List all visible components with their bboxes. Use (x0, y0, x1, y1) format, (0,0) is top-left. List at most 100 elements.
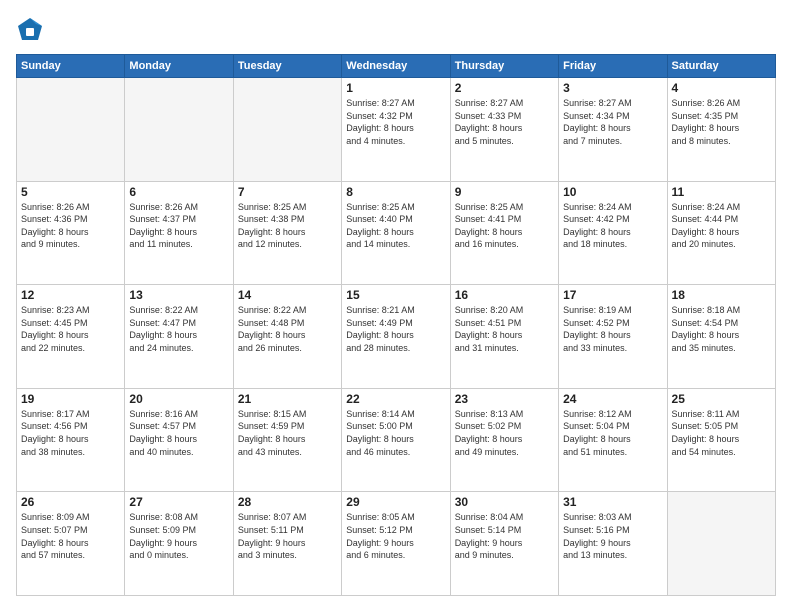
day-info: Sunrise: 8:11 AM Sunset: 5:05 PM Dayligh… (672, 408, 771, 458)
calendar-cell: 3 Sunrise: 8:27 AM Sunset: 4:34 PM Daylig… (559, 78, 667, 182)
day-number: 6 (129, 185, 228, 199)
day-info: Sunrise: 8:23 AM Sunset: 4:45 PM Dayligh… (21, 304, 120, 354)
calendar-cell: 14 Sunrise: 8:22 AM Sunset: 4:48 PM Dayli… (233, 285, 341, 389)
calendar-header-thursday: Thursday (450, 55, 558, 78)
calendar-cell (667, 492, 775, 596)
day-number: 3 (563, 81, 662, 95)
day-info: Sunrise: 8:27 AM Sunset: 4:34 PM Dayligh… (563, 97, 662, 147)
day-number: 29 (346, 495, 445, 509)
day-number: 11 (672, 185, 771, 199)
day-number: 1 (346, 81, 445, 95)
calendar-cell: 2 Sunrise: 8:27 AM Sunset: 4:33 PM Daylig… (450, 78, 558, 182)
day-info: Sunrise: 8:24 AM Sunset: 4:44 PM Dayligh… (672, 201, 771, 251)
day-number: 7 (238, 185, 337, 199)
calendar-header-row: SundayMondayTuesdayWednesdayThursdayFrid… (17, 55, 776, 78)
calendar-cell: 29 Sunrise: 8:05 AM Sunset: 5:12 PM Dayli… (342, 492, 450, 596)
day-number: 24 (563, 392, 662, 406)
calendar-cell (125, 78, 233, 182)
page: SundayMondayTuesdayWednesdayThursdayFrid… (0, 0, 792, 612)
day-info: Sunrise: 8:20 AM Sunset: 4:51 PM Dayligh… (455, 304, 554, 354)
calendar-cell: 8 Sunrise: 8:25 AM Sunset: 4:40 PM Daylig… (342, 181, 450, 285)
day-info: Sunrise: 8:03 AM Sunset: 5:16 PM Dayligh… (563, 511, 662, 561)
day-info: Sunrise: 8:14 AM Sunset: 5:00 PM Dayligh… (346, 408, 445, 458)
day-number: 26 (21, 495, 120, 509)
day-number: 25 (672, 392, 771, 406)
calendar-cell: 12 Sunrise: 8:23 AM Sunset: 4:45 PM Dayli… (17, 285, 125, 389)
day-number: 15 (346, 288, 445, 302)
calendar-cell: 28 Sunrise: 8:07 AM Sunset: 5:11 PM Dayli… (233, 492, 341, 596)
calendar-header-monday: Monday (125, 55, 233, 78)
calendar-cell: 6 Sunrise: 8:26 AM Sunset: 4:37 PM Daylig… (125, 181, 233, 285)
day-info: Sunrise: 8:19 AM Sunset: 4:52 PM Dayligh… (563, 304, 662, 354)
day-info: Sunrise: 8:24 AM Sunset: 4:42 PM Dayligh… (563, 201, 662, 251)
calendar-header-sunday: Sunday (17, 55, 125, 78)
day-info: Sunrise: 8:25 AM Sunset: 4:41 PM Dayligh… (455, 201, 554, 251)
calendar-cell: 5 Sunrise: 8:26 AM Sunset: 4:36 PM Daylig… (17, 181, 125, 285)
day-number: 17 (563, 288, 662, 302)
calendar-cell: 26 Sunrise: 8:09 AM Sunset: 5:07 PM Dayli… (17, 492, 125, 596)
day-info: Sunrise: 8:22 AM Sunset: 4:47 PM Dayligh… (129, 304, 228, 354)
day-info: Sunrise: 8:15 AM Sunset: 4:59 PM Dayligh… (238, 408, 337, 458)
calendar-cell: 19 Sunrise: 8:17 AM Sunset: 4:56 PM Dayli… (17, 388, 125, 492)
calendar-cell: 24 Sunrise: 8:12 AM Sunset: 5:04 PM Dayli… (559, 388, 667, 492)
day-number: 12 (21, 288, 120, 302)
calendar-cell: 10 Sunrise: 8:24 AM Sunset: 4:42 PM Dayli… (559, 181, 667, 285)
calendar-header-tuesday: Tuesday (233, 55, 341, 78)
day-info: Sunrise: 8:26 AM Sunset: 4:37 PM Dayligh… (129, 201, 228, 251)
calendar-cell: 16 Sunrise: 8:20 AM Sunset: 4:51 PM Dayli… (450, 285, 558, 389)
header (16, 16, 776, 44)
day-number: 8 (346, 185, 445, 199)
day-number: 31 (563, 495, 662, 509)
day-info: Sunrise: 8:07 AM Sunset: 5:11 PM Dayligh… (238, 511, 337, 561)
day-number: 30 (455, 495, 554, 509)
logo (16, 16, 48, 44)
day-info: Sunrise: 8:05 AM Sunset: 5:12 PM Dayligh… (346, 511, 445, 561)
day-number: 10 (563, 185, 662, 199)
day-info: Sunrise: 8:27 AM Sunset: 4:33 PM Dayligh… (455, 97, 554, 147)
day-number: 13 (129, 288, 228, 302)
calendar-week-0: 1 Sunrise: 8:27 AM Sunset: 4:32 PM Daylig… (17, 78, 776, 182)
calendar-cell (233, 78, 341, 182)
day-number: 9 (455, 185, 554, 199)
day-info: Sunrise: 8:13 AM Sunset: 5:02 PM Dayligh… (455, 408, 554, 458)
day-info: Sunrise: 8:25 AM Sunset: 4:40 PM Dayligh… (346, 201, 445, 251)
logo-icon (16, 16, 44, 44)
day-info: Sunrise: 8:27 AM Sunset: 4:32 PM Dayligh… (346, 97, 445, 147)
day-number: 21 (238, 392, 337, 406)
day-number: 22 (346, 392, 445, 406)
calendar-cell: 31 Sunrise: 8:03 AM Sunset: 5:16 PM Dayli… (559, 492, 667, 596)
calendar-week-1: 5 Sunrise: 8:26 AM Sunset: 4:36 PM Daylig… (17, 181, 776, 285)
day-info: Sunrise: 8:26 AM Sunset: 4:36 PM Dayligh… (21, 201, 120, 251)
day-info: Sunrise: 8:18 AM Sunset: 4:54 PM Dayligh… (672, 304, 771, 354)
calendar-cell: 22 Sunrise: 8:14 AM Sunset: 5:00 PM Dayli… (342, 388, 450, 492)
day-number: 14 (238, 288, 337, 302)
calendar-cell: 17 Sunrise: 8:19 AM Sunset: 4:52 PM Dayli… (559, 285, 667, 389)
calendar-cell: 21 Sunrise: 8:15 AM Sunset: 4:59 PM Dayli… (233, 388, 341, 492)
calendar-table: SundayMondayTuesdayWednesdayThursdayFrid… (16, 54, 776, 596)
day-info: Sunrise: 8:22 AM Sunset: 4:48 PM Dayligh… (238, 304, 337, 354)
day-info: Sunrise: 8:21 AM Sunset: 4:49 PM Dayligh… (346, 304, 445, 354)
day-number: 2 (455, 81, 554, 95)
day-number: 27 (129, 495, 228, 509)
day-number: 18 (672, 288, 771, 302)
day-info: Sunrise: 8:17 AM Sunset: 4:56 PM Dayligh… (21, 408, 120, 458)
calendar-cell: 30Sunrise: 8:04 AM Sunset: 5:14 PM Dayli… (450, 492, 558, 596)
calendar-cell: 23 Sunrise: 8:13 AM Sunset: 5:02 PM Dayli… (450, 388, 558, 492)
day-number: 19 (21, 392, 120, 406)
calendar-cell: 25 Sunrise: 8:11 AM Sunset: 5:05 PM Dayli… (667, 388, 775, 492)
calendar-header-wednesday: Wednesday (342, 55, 450, 78)
day-number: 5 (21, 185, 120, 199)
day-number: 23 (455, 392, 554, 406)
day-info: Sunrise: 8:26 AM Sunset: 4:35 PM Dayligh… (672, 97, 771, 147)
calendar-cell: 18 Sunrise: 8:18 AM Sunset: 4:54 PM Dayli… (667, 285, 775, 389)
day-number: 28 (238, 495, 337, 509)
day-number: 16 (455, 288, 554, 302)
day-info: Sunrise: 8:09 AM Sunset: 5:07 PM Dayligh… (21, 511, 120, 561)
day-info: Sunrise: 8:12 AM Sunset: 5:04 PM Dayligh… (563, 408, 662, 458)
calendar-header-friday: Friday (559, 55, 667, 78)
calendar-cell: 20Sunrise: 8:16 AM Sunset: 4:57 PM Dayli… (125, 388, 233, 492)
calendar-cell: 27Sunrise: 8:08 AM Sunset: 5:09 PM Dayli… (125, 492, 233, 596)
day-number: 20 (129, 392, 228, 406)
day-info: Sunrise: 8:25 AM Sunset: 4:38 PM Dayligh… (238, 201, 337, 251)
calendar-week-3: 19 Sunrise: 8:17 AM Sunset: 4:56 PM Dayli… (17, 388, 776, 492)
